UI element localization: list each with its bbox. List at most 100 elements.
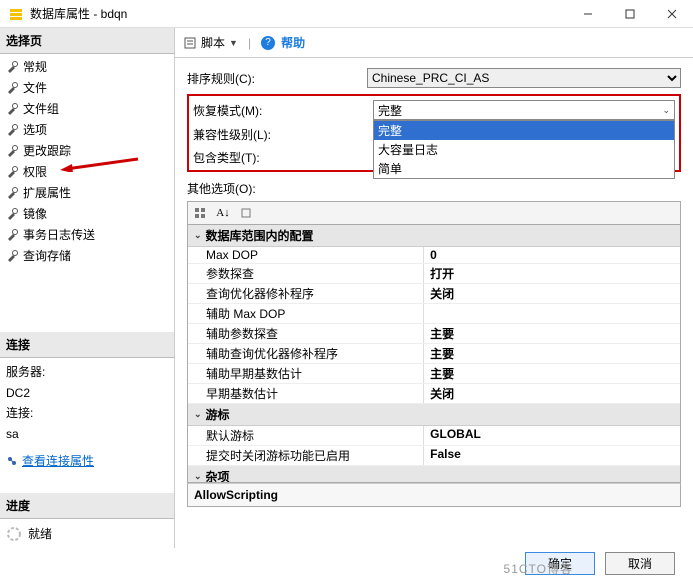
property-row[interactable]: 默认游标GLOBAL <box>188 426 680 446</box>
collapse-icon[interactable]: ⌄ <box>194 409 202 420</box>
connection-icon <box>6 455 18 467</box>
sidebar-title-progress: 进度 <box>0 493 174 519</box>
property-value <box>424 304 680 323</box>
categorized-button[interactable] <box>190 204 210 222</box>
property-key: 默认游标 <box>188 426 424 445</box>
sort-button[interactable]: A↓ <box>213 204 233 222</box>
wrench-icon <box>6 166 18 178</box>
property-key: Max DOP <box>188 247 424 263</box>
wrench-icon <box>6 103 18 115</box>
close-button[interactable] <box>651 1 693 27</box>
sidebar-item[interactable]: 文件 <box>0 77 174 98</box>
sidebar-item[interactable]: 选项 <box>0 119 174 140</box>
wrench-icon <box>6 61 18 73</box>
property-key: 查询优化器修补程序 <box>188 284 424 303</box>
property-value: 关闭 <box>424 384 680 403</box>
wrench-icon <box>6 82 18 94</box>
main-toolbar: 脚本 ▼ | ? 帮助 <box>175 28 693 58</box>
collation-label: 排序规则(C): <box>187 70 367 87</box>
property-row[interactable]: 辅助参数探查主要 <box>188 324 680 344</box>
property-value: 打开 <box>424 264 680 283</box>
property-key: 提交时关闭游标功能已启用 <box>188 446 424 465</box>
view-connection-link[interactable]: 查看连接属性 <box>0 448 174 473</box>
wrench-icon <box>6 229 18 241</box>
progress-status: 就绪 <box>0 519 174 548</box>
sidebar-item-label: 选项 <box>23 121 47 138</box>
progress-spinner-icon <box>6 526 22 542</box>
window-titlebar: 数据库属性 - bdqn <box>0 0 693 28</box>
property-row[interactable]: 辅助查询优化器修补程序主要 <box>188 344 680 364</box>
prop-category: ⌄游标 <box>188 404 680 426</box>
sidebar-item[interactable]: 查询存储 <box>0 245 174 266</box>
sidebar-item-label: 常规 <box>23 58 47 75</box>
help-button[interactable]: 帮助 <box>281 34 305 51</box>
server-value: DC2 <box>6 383 168 403</box>
sidebar-item-label: 文件组 <box>23 100 59 117</box>
wrench-icon <box>6 250 18 262</box>
property-key: 参数探查 <box>188 264 424 283</box>
property-value: False <box>424 446 680 465</box>
property-row[interactable]: 辅助 Max DOP <box>188 304 680 324</box>
cancel-button[interactable]: 取消 <box>605 552 675 575</box>
wrench-icon <box>6 187 18 199</box>
property-row[interactable]: Max DOP0 <box>188 247 680 264</box>
watermark: 51CTO博客 <box>504 560 573 577</box>
include-label: 包含类型(T): <box>193 149 373 166</box>
collapse-icon[interactable]: ⌄ <box>194 230 202 241</box>
property-key: 辅助查询优化器修补程序 <box>188 344 424 363</box>
progress-label: 就绪 <box>28 525 52 542</box>
recovery-select[interactable]: 完整⌄ 完整 大容量日志 简单 <box>373 100 675 120</box>
minimize-button[interactable] <box>567 1 609 27</box>
sidebar-item-label: 事务日志传送 <box>23 226 95 243</box>
sidebar-item[interactable]: 常规 <box>0 56 174 77</box>
chevron-down-icon: ⌄ <box>662 105 670 116</box>
help-icon: ? <box>261 36 275 50</box>
property-row[interactable]: 辅助早期基数估计主要 <box>188 364 680 384</box>
connection-info: 服务器: DC2 连接: sa <box>0 358 174 448</box>
sidebar-item-label: 查询存储 <box>23 247 71 264</box>
app-icon <box>8 6 24 22</box>
property-grid-toolbar: A↓ <box>187 201 681 225</box>
prop-category: ⌄杂项 <box>188 466 680 483</box>
property-pages-button[interactable] <box>236 204 256 222</box>
recovery-options-list: 完整 大容量日志 简单 <box>373 120 675 179</box>
collation-select[interactable]: Chinese_PRC_CI_AS <box>367 68 681 88</box>
property-row[interactable]: 查询优化器修补程序关闭 <box>188 284 680 304</box>
property-value: 主要 <box>424 324 680 343</box>
property-row[interactable]: 提交时关闭游标功能已启用False <box>188 446 680 466</box>
sidebar-title-connection: 连接 <box>0 332 174 358</box>
sidebar-item[interactable]: 事务日志传送 <box>0 224 174 245</box>
script-button[interactable]: 脚本 <box>201 34 225 51</box>
sidebar-item[interactable]: 权限 <box>0 161 174 182</box>
script-icon <box>183 36 197 50</box>
sidebar: 选择页 常规文件文件组选项更改跟踪权限扩展属性镜像事务日志传送查询存储 连接 服… <box>0 28 175 548</box>
window-title: 数据库属性 - bdqn <box>30 5 567 22</box>
prop-category: ⌄数据库范围内的配置 <box>188 225 680 247</box>
sidebar-item-label: 文件 <box>23 79 47 96</box>
property-grid[interactable]: ⌄数据库范围内的配置 Max DOP0参数探查打开查询优化器修补程序关闭辅助 M… <box>187 225 681 483</box>
view-connection-label: 查看连接属性 <box>22 452 94 469</box>
compat-label: 兼容性级别(L): <box>193 126 373 143</box>
recovery-option[interactable]: 简单 <box>374 159 674 178</box>
property-value: 主要 <box>424 364 680 383</box>
recovery-option[interactable]: 完整 <box>374 121 674 140</box>
wrench-icon <box>6 145 18 157</box>
property-row[interactable]: 早期基数估计关闭 <box>188 384 680 404</box>
property-row[interactable]: 参数探查打开 <box>188 264 680 284</box>
property-value: 主要 <box>424 344 680 363</box>
property-value: 关闭 <box>424 284 680 303</box>
property-key: 辅助参数探查 <box>188 324 424 343</box>
sidebar-item-label: 更改跟踪 <box>23 142 71 159</box>
sidebar-item[interactable]: 镜像 <box>0 203 174 224</box>
sidebar-item[interactable]: 扩展属性 <box>0 182 174 203</box>
script-dropdown-icon[interactable]: ▼ <box>229 38 238 48</box>
sidebar-item[interactable]: 更改跟踪 <box>0 140 174 161</box>
main-panel: 脚本 ▼ | ? 帮助 排序规则(C): Chinese_PRC_CI_AS 恢… <box>175 28 693 548</box>
maximize-button[interactable] <box>609 1 651 27</box>
sidebar-item-label: 权限 <box>23 163 47 180</box>
recovery-option[interactable]: 大容量日志 <box>374 140 674 159</box>
sidebar-item[interactable]: 文件组 <box>0 98 174 119</box>
collapse-icon[interactable]: ⌄ <box>194 471 202 482</box>
server-label: 服务器: <box>6 362 168 382</box>
property-value: GLOBAL <box>424 426 680 445</box>
